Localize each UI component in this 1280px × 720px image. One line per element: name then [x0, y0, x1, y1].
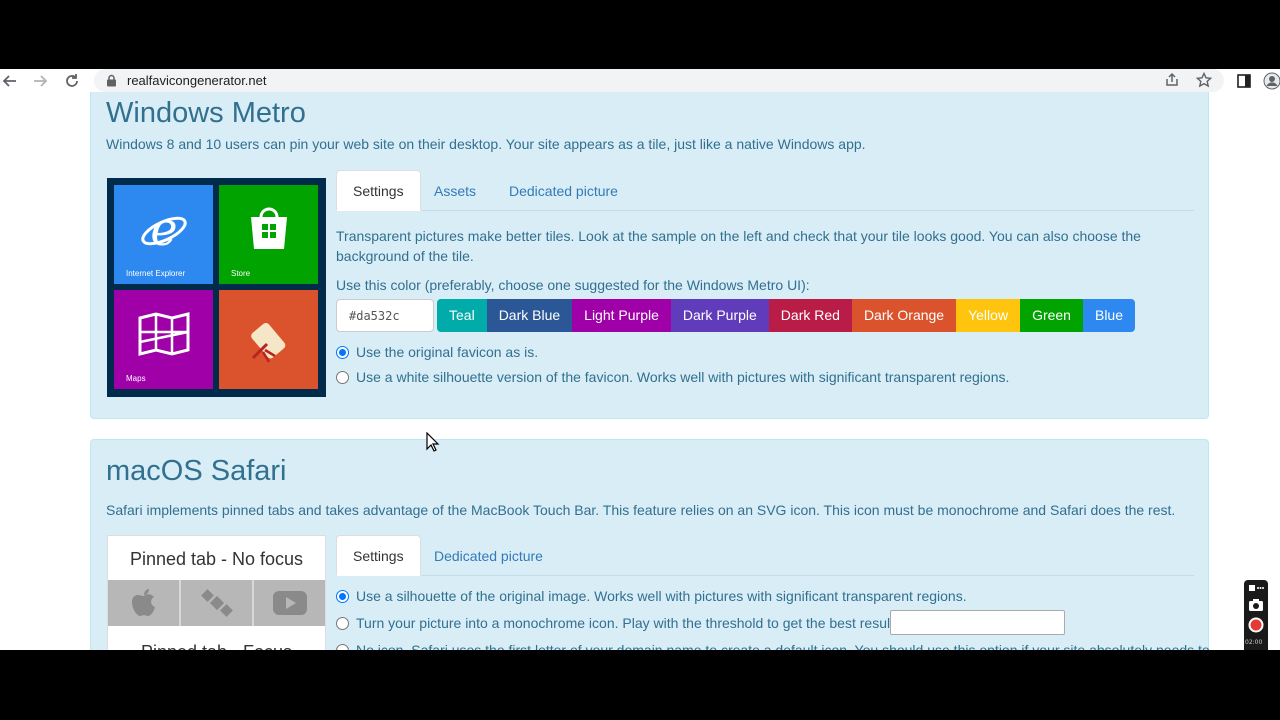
mouse-cursor-icon [426, 432, 440, 452]
radio-button[interactable] [336, 616, 349, 630]
share-button[interactable] [1162, 70, 1182, 90]
recorder-menu-icon[interactable] [1248, 583, 1264, 593]
tab-dedicated-picture[interactable]: Dedicated picture [492, 170, 635, 211]
swatch-light-purple[interactable]: Light Purple [572, 299, 671, 332]
browser-toolbar: realfavicongenerator.net [0, 69, 1280, 92]
windows-metro-panel: Windows Metro Windows 8 and 10 users can… [90, 92, 1209, 419]
side-panel-button[interactable] [1234, 71, 1254, 91]
arrow-left-icon [2, 75, 16, 87]
pinned-icons-row [108, 580, 325, 626]
tile-label: Store [231, 269, 251, 278]
swatch-dark-purple[interactable]: Dark Purple [670, 299, 769, 332]
swatch-yellow[interactable]: Yellow [956, 299, 1021, 332]
arrow-right-icon [34, 75, 48, 87]
pinned-icon-slot [108, 580, 181, 626]
scroll-icon [251, 322, 286, 363]
profile-button[interactable] [1262, 71, 1280, 91]
tab-settings[interactable]: Settings [336, 170, 421, 211]
bookmark-button[interactable] [1194, 70, 1214, 90]
address-bar[interactable]: realfavicongenerator.net [94, 69, 1224, 92]
section-description: Windows 8 and 10 users can pin your web … [106, 136, 866, 152]
swatch-dark-orange[interactable]: Dark Orange [851, 299, 957, 332]
back-button[interactable] [0, 71, 20, 91]
store-bag-icon [251, 207, 287, 249]
tab-dedicated-picture[interactable]: Dedicated picture [417, 535, 560, 576]
radio-label: Use the original favicon as is. [356, 344, 539, 360]
tab-settings[interactable]: Settings [336, 535, 421, 576]
side-panel-icon [1237, 74, 1251, 88]
tile-maps: Maps [114, 290, 213, 389]
recorder-time: 02:00 [1245, 639, 1263, 646]
map-icon [138, 312, 190, 356]
swatch-dark-blue[interactable]: Dark Blue [486, 299, 573, 332]
radio-label: Use a silhouette of the original image. … [356, 588, 967, 604]
pinned-no-focus-label: Pinned tab - No focus [129, 549, 304, 569]
swatch-green[interactable]: Green [1020, 299, 1083, 332]
radio-button[interactable] [336, 370, 349, 384]
tile-internet-explorer: e Internet Explorer [114, 185, 213, 284]
record-icon[interactable] [1248, 617, 1264, 633]
section-title: Windows Metro [106, 97, 306, 129]
tile-favicon [219, 290, 318, 389]
reload-button[interactable] [62, 71, 82, 91]
section-title: macOS Safari [106, 455, 287, 487]
browser-window: realfavicongenerator.net Windows Metro W… [0, 69, 1280, 650]
radio-label: No icon. Safari uses the first letter of… [356, 642, 1210, 650]
radio-no-icon[interactable]: No icon. Safari uses the first letter of… [336, 642, 1210, 650]
metro-intro-text: Transparent pictures make better tiles. … [336, 228, 1141, 264]
macos-safari-panel: macOS Safari Safari implements pinned ta… [90, 439, 1210, 650]
swatch-dark-red[interactable]: Dark Red [768, 299, 852, 332]
color-swatches: Teal Dark Blue Light Purple Dark Purple Dark… [437, 299, 1136, 332]
avatar-icon [1263, 72, 1280, 90]
letterbox-bottom [0, 650, 1280, 720]
safari-tabs: Settings Dedicated picture [336, 535, 1194, 576]
pinned-tab-preview: Pinned tab - No focus Pinned tab - Focus [107, 535, 326, 650]
svg-text:e: e [150, 205, 177, 255]
radio-monochrome[interactable]: Turn your picture into a monochrome icon… [336, 615, 898, 631]
tile-label: Internet Explorer [126, 269, 186, 278]
star-icon [1196, 72, 1212, 88]
swatch-blue[interactable]: Blue [1082, 299, 1136, 332]
share-icon [1166, 72, 1178, 86]
letterbox-top [0, 0, 1280, 69]
radio-button-checked[interactable] [336, 589, 349, 603]
apple-icon [131, 589, 155, 616]
lock-icon [107, 74, 116, 87]
metro-tabs: Settings Assets Dedicated picture [336, 170, 1194, 211]
url-text: realfavicongenerator.net [127, 73, 267, 88]
pinned-focus-label: Pinned tab - Focus [108, 642, 325, 650]
reload-icon [66, 74, 78, 87]
metro-tile-preview: e Internet Explorer Store Maps [107, 178, 326, 397]
radio-original-favicon[interactable]: Use the original favicon as is. [336, 344, 538, 360]
section-description: Safari implements pinned tabs and takes … [106, 502, 1176, 518]
pinned-icon-slot [181, 580, 254, 626]
radio-silhouette[interactable]: Use a silhouette of the original image. … [336, 588, 967, 604]
tile-label: Maps [126, 374, 146, 383]
satellite-icon [200, 589, 233, 617]
color-input[interactable]: #da532c [336, 299, 434, 332]
radio-label: Turn your picture into a monochrome icon… [356, 615, 898, 631]
screen-recorder-widget: 02:00 [1244, 580, 1268, 650]
radio-button-checked[interactable] [336, 345, 349, 359]
camera-icon[interactable] [1248, 598, 1264, 612]
forward-button[interactable] [30, 71, 50, 91]
swatch-teal[interactable]: Teal [437, 299, 487, 332]
color-prompt: Use this color (preferably, choose one s… [336, 277, 810, 293]
threshold-input[interactable] [890, 610, 1065, 635]
page-content: Windows Metro Windows 8 and 10 users can… [0, 92, 1280, 650]
pinned-icon-slot [254, 580, 325, 626]
radio-label: Use a white silhouette version of the fa… [356, 369, 1010, 385]
tile-store: Store [219, 185, 318, 284]
youtube-icon [272, 591, 307, 615]
tab-assets[interactable]: Assets [417, 170, 493, 211]
radio-white-silhouette[interactable]: Use a white silhouette version of the fa… [336, 369, 1009, 385]
internet-explorer-icon: e [141, 205, 187, 255]
